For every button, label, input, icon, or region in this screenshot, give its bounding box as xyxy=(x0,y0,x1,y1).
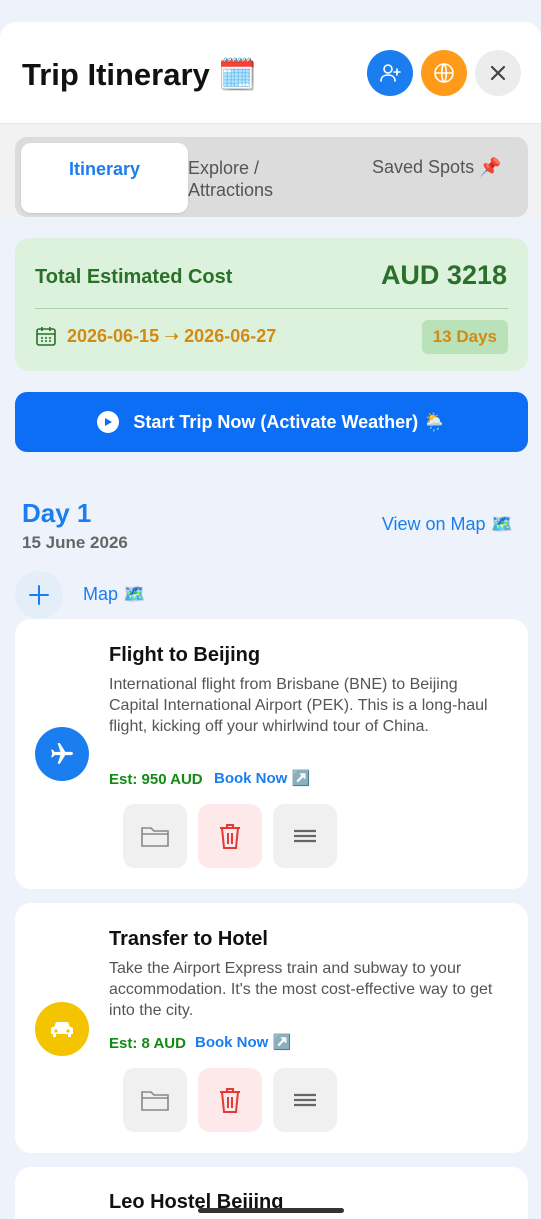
trash-icon xyxy=(220,1088,240,1113)
globe-button[interactable] xyxy=(421,50,467,96)
calendar-icon xyxy=(36,327,56,346)
cost-value: AUD 3218 xyxy=(380,260,507,290)
days-badge: 13 Days xyxy=(421,320,508,354)
add-item-button[interactable] xyxy=(15,571,63,619)
menu-icon xyxy=(294,1093,316,1107)
item-estimate: Est: 8 AUD xyxy=(109,1035,186,1052)
tabs-bar: Itinerary Explore / Attractions Saved Sp… xyxy=(0,124,541,217)
divider xyxy=(35,308,508,309)
item-title: Transfer to Hotel xyxy=(109,928,268,950)
add-person-button[interactable] xyxy=(367,50,413,96)
book-now-link[interactable]: Book Now ↗️ xyxy=(195,1033,291,1051)
folder-button[interactable] xyxy=(123,1068,187,1132)
folder-icon xyxy=(141,827,169,847)
close-button[interactable] xyxy=(475,50,521,96)
add-person-icon xyxy=(380,64,401,82)
globe-icon xyxy=(434,63,454,83)
map-link[interactable]: Map 🗺️ xyxy=(83,584,145,605)
close-icon xyxy=(490,65,506,81)
item-description: Take the Airport Express train and subwa… xyxy=(109,960,493,1019)
tab-saved-spots[interactable]: Saved Spots 📌 xyxy=(372,157,501,178)
plus-icon xyxy=(29,585,49,605)
drag-handle-button[interactable] xyxy=(273,1068,337,1132)
cost-summary-card: Total Estimated Cost AUD 3218 2026-06-15… xyxy=(15,238,528,371)
car-icon xyxy=(35,1002,89,1056)
start-trip-label: Start Trip Now (Activate Weather) 🌦️ xyxy=(133,411,446,432)
drag-handle-button[interactable] xyxy=(273,804,337,868)
play-icon xyxy=(97,411,120,433)
tab-itinerary[interactable]: Itinerary xyxy=(21,143,188,213)
start-trip-button[interactable]: Start Trip Now (Activate Weather) 🌦️ xyxy=(15,392,528,452)
view-on-map-link[interactable]: View on Map 🗺️ xyxy=(382,514,513,535)
header: Trip Itinerary 🗓️ xyxy=(0,22,541,124)
trip-dates: 2026-06-15 ➝ 2026-06-27 xyxy=(67,326,277,346)
home-indicator xyxy=(198,1208,344,1213)
delete-button[interactable] xyxy=(198,1068,262,1132)
tabs: Itinerary Explore / Attractions Saved Sp… xyxy=(15,137,528,217)
trash-icon xyxy=(220,824,240,849)
itinerary-item-card[interactable]: Transfer to Hotel Take the Airport Expre… xyxy=(15,903,528,1153)
item-estimate: Est: 950 AUD xyxy=(109,771,203,788)
menu-icon xyxy=(294,829,316,843)
day-title: Day 1 xyxy=(22,498,92,528)
tab-explore[interactable]: Explore / Attractions xyxy=(188,157,318,201)
folder-button[interactable] xyxy=(123,804,187,868)
book-now-link[interactable]: Book Now ↗️ xyxy=(214,769,310,787)
item-description: International flight from Brisbane (BNE)… xyxy=(109,676,488,735)
day-date: 15 June 2026 xyxy=(22,533,128,552)
page-title: Trip Itinerary 🗓️ xyxy=(22,57,257,92)
itinerary-item-card[interactable]: Flight to Beijing International flight f… xyxy=(15,619,528,889)
cost-label: Total Estimated Cost xyxy=(35,266,233,288)
folder-icon xyxy=(141,1091,169,1111)
airplane-icon xyxy=(35,727,89,781)
delete-button[interactable] xyxy=(198,804,262,868)
item-title: Flight to Beijing xyxy=(109,644,261,666)
